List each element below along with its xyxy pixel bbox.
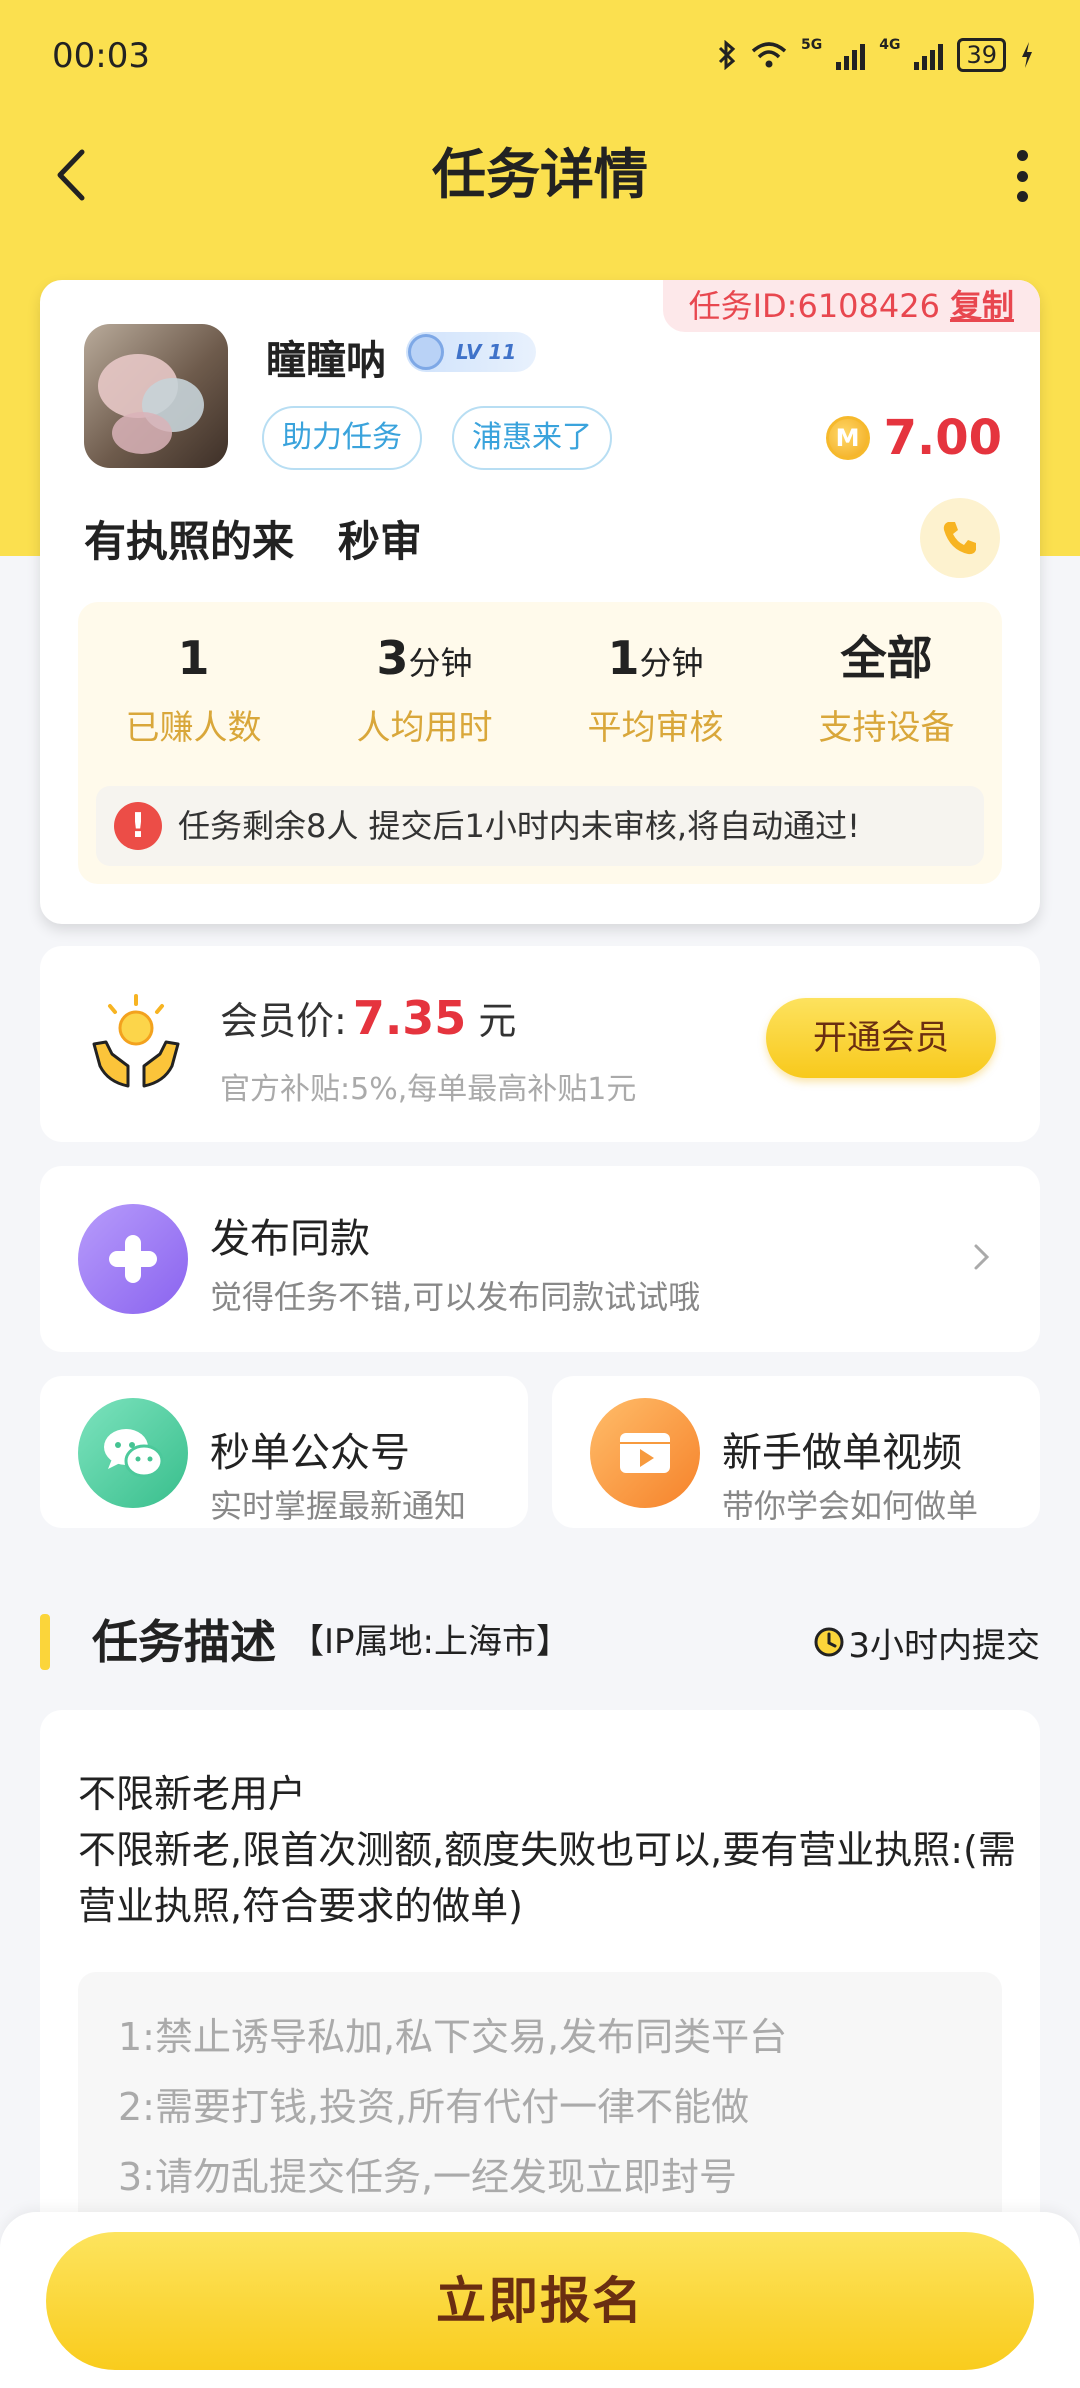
vip-price-label: 会员价: bbox=[220, 999, 347, 1043]
charging-bolt-icon bbox=[1022, 42, 1032, 68]
phone-icon bbox=[943, 522, 976, 555]
section-title: 任务描述 bbox=[92, 1615, 276, 1669]
clock-icon bbox=[814, 1627, 844, 1657]
vip-price-value: 7.35 bbox=[352, 991, 467, 1045]
rule-item: 1:禁止诱导私加,私下交易,发布同类平台 bbox=[118, 2015, 788, 2059]
task-summary-card: 任务ID:6108426 复制 瞳瞳呐 LV 11 助力任务 浦惠来了 M 7.0… bbox=[40, 280, 1040, 924]
publish-title: 发布同款 bbox=[210, 1216, 370, 1262]
rule-item: 3:请勿乱提交任务,一经发现立即封号 bbox=[118, 2155, 738, 2199]
reward-price: M 7.00 bbox=[825, 406, 1002, 470]
phone-button[interactable] bbox=[920, 498, 1000, 578]
battery-indicator: 39 bbox=[957, 38, 1006, 72]
tutorial-video-subtitle: 带你学会如何做单 bbox=[722, 1487, 979, 1525]
vip-price-card: 会员价: 7.35 元 官方补贴:5%,每单最高补贴1元 开通会员 bbox=[40, 946, 1040, 1142]
section-marker bbox=[40, 1614, 50, 1670]
publish-subtitle: 觉得任务不错,可以发布同款试试哦 bbox=[210, 1278, 701, 1316]
level-badge: LV 11 bbox=[406, 332, 536, 372]
user-name: 瞳瞳呐 bbox=[266, 338, 386, 384]
rule-item: 2:需要打钱,投资,所有代付一律不能做 bbox=[118, 2085, 750, 2129]
official-account-title: 秒单公众号 bbox=[210, 1430, 410, 1476]
status-bar: 00:03 5G 4G 39 bbox=[0, 0, 1080, 120]
notice-text: 任务剩余8人 提交后1小时内未审核,将自动通过! bbox=[178, 807, 860, 845]
stat-earned-count: 1 已赚人数 bbox=[125, 631, 262, 748]
task-stats: 1 已赚人数 3分钟 人均用时 1分钟 平均审核 全部 支持设备 ! 任务剩余8… bbox=[78, 602, 1002, 884]
level-label: LV 11 bbox=[456, 340, 517, 364]
deadline-text: 3小时内提交 bbox=[848, 1625, 1040, 1666]
task-description-header: 任务描述 【IP属地:上海市】 3小时内提交 bbox=[40, 1614, 1040, 1670]
tutorial-video-card[interactable]: 新手做单视频 带你学会如何做单 bbox=[552, 1376, 1040, 1528]
task-notice: ! 任务剩余8人 提交后1小时内未审核,将自动通过! bbox=[96, 786, 984, 866]
reward-value: 7.00 bbox=[883, 410, 1002, 466]
stat-avg-time: 3分钟 人均用时 bbox=[356, 631, 493, 748]
copy-button[interactable]: 复制 bbox=[950, 287, 1014, 325]
hands-coin-icon bbox=[92, 994, 180, 1088]
description-text: 不限新老用户 不限新老,限首次测额,额度失败也可以,要有营业执照:(需营业执照,… bbox=[78, 1772, 1016, 1928]
vip-price-line: 会员价: 7.35 元 bbox=[220, 990, 516, 1045]
alert-icon: ! bbox=[114, 802, 162, 850]
stat-devices: 全部 支持设备 bbox=[818, 631, 955, 748]
avatar[interactable] bbox=[84, 324, 228, 468]
wechat-icon bbox=[78, 1398, 188, 1508]
stat-avg-review: 1分钟 平均审核 bbox=[587, 631, 724, 748]
wifi-icon bbox=[751, 42, 787, 68]
coin-icon: M bbox=[825, 416, 870, 460]
page-title: 任务详情 bbox=[432, 143, 648, 206]
status-icons: 5G 4G 39 bbox=[717, 38, 1034, 72]
more-options-icon[interactable] bbox=[1012, 150, 1032, 202]
bottom-bar: 立即报名 bbox=[0, 2212, 1080, 2388]
task-id: 任务ID:6108426 bbox=[688, 287, 940, 325]
signal-icon bbox=[836, 40, 866, 70]
signal-icon-2 bbox=[914, 40, 944, 70]
network-4g-label: 4G bbox=[879, 37, 901, 53]
ip-location: 【IP属地:上海市】 bbox=[290, 1622, 570, 1662]
official-account-card[interactable]: 秒单公众号 实时掌握最新通知 bbox=[40, 1376, 528, 1528]
video-icon bbox=[590, 1398, 700, 1508]
deadline: 3小时内提交 bbox=[812, 1614, 1040, 1670]
official-account-subtitle: 实时掌握最新通知 bbox=[210, 1487, 467, 1525]
tag-source: 浦惠来了 bbox=[452, 406, 612, 470]
task-name: 有执照的来 秒审 bbox=[84, 517, 422, 566]
vip-price-unit: 元 bbox=[478, 999, 517, 1043]
sign-up-button[interactable]: 立即报名 bbox=[46, 2232, 1034, 2370]
task-id-badge: 任务ID:6108426 复制 bbox=[662, 280, 1040, 332]
status-time: 00:03 bbox=[52, 36, 150, 76]
network-5g-label: 5G bbox=[800, 37, 823, 53]
plus-icon bbox=[78, 1204, 188, 1314]
chevron-right-icon bbox=[974, 1244, 990, 1270]
publish-same-card[interactable]: 发布同款 觉得任务不错,可以发布同款试试哦 bbox=[40, 1166, 1040, 1352]
nav-bar: 任务详情 bbox=[0, 130, 1080, 220]
vip-subsidy-text: 官方补贴:5%,每单最高补贴1元 bbox=[220, 1072, 637, 1107]
open-vip-button[interactable]: 开通会员 bbox=[766, 998, 996, 1078]
medal-icon bbox=[408, 334, 444, 370]
tag-assist-task: 助力任务 bbox=[262, 406, 422, 470]
bluetooth-icon bbox=[718, 40, 736, 70]
tutorial-video-title: 新手做单视频 bbox=[722, 1430, 962, 1476]
